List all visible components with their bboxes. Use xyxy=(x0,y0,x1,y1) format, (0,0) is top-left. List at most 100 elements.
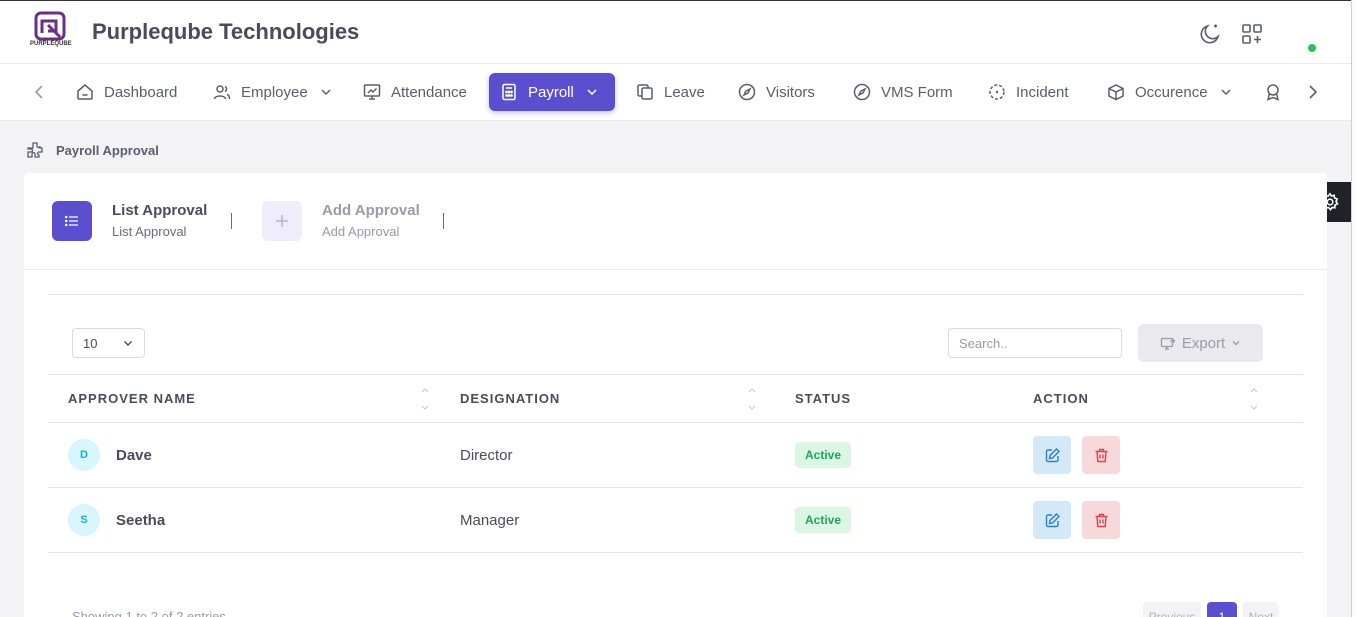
tab-add-approval-title[interactable]: Add Approval xyxy=(322,202,420,219)
sort-icon xyxy=(421,388,429,410)
column-header-label: ACTION xyxy=(1033,391,1089,406)
window-scrollbar[interactable] xyxy=(1351,0,1355,617)
company-logo[interactable]: PURPLEQUBE xyxy=(30,11,72,53)
nav-item-label: Payroll xyxy=(528,83,574,101)
chevron-down-icon xyxy=(587,89,597,96)
nav-item-label: Visitors xyxy=(766,83,815,101)
tab-list-approval-subtitle: List Approval xyxy=(112,224,187,239)
pagination-previous[interactable]: Previous xyxy=(1143,602,1201,617)
approval-table: APPROVER NAME DESIGNATION STATUS ACTION xyxy=(48,374,1303,553)
chevron-down-icon xyxy=(1232,341,1240,346)
nav-item-incident[interactable]: Incident xyxy=(977,73,1079,111)
column-header-label: APPROVER NAME xyxy=(68,391,196,406)
plus-icon xyxy=(276,215,288,227)
apps-grid-icon[interactable] xyxy=(1240,22,1264,46)
main-navigation: Dashboard Employee Attendance Payroll Le… xyxy=(0,64,1355,121)
status-badge: Active xyxy=(795,442,852,468)
edit-button[interactable] xyxy=(1033,501,1071,539)
puzzle-icon xyxy=(27,142,43,158)
nav-item-dashboard[interactable]: Dashboard xyxy=(65,73,187,111)
home-icon xyxy=(77,84,93,100)
avatar: S xyxy=(68,504,100,536)
company-name: Purpleqube Technologies xyxy=(92,19,360,44)
column-header-status: STATUS xyxy=(775,374,1013,423)
table-row: D Dave Director Active xyxy=(48,422,1303,488)
edit-icon xyxy=(1045,512,1060,527)
tab-add-approval-button[interactable] xyxy=(262,201,302,241)
column-header-label: DESIGNATION xyxy=(460,391,561,406)
delete-button[interactable] xyxy=(1082,436,1121,474)
focus-icon xyxy=(989,84,1005,100)
pagination-next[interactable]: Next xyxy=(1243,602,1279,617)
dark-mode-moon-icon[interactable] xyxy=(1198,22,1222,46)
approver-name-cell: D Dave xyxy=(68,439,440,471)
trash-icon xyxy=(1095,513,1108,527)
designation-cell: Manager xyxy=(440,487,775,553)
nav-item-label: Dashboard xyxy=(104,83,178,101)
nav-item-attendance[interactable]: Attendance xyxy=(352,73,477,111)
tab-separator xyxy=(231,213,232,229)
users-icon xyxy=(213,85,231,100)
nav-item-vms-form[interactable]: VMS Form xyxy=(842,73,963,111)
nav-item-label: Occurence xyxy=(1135,83,1208,101)
column-header-designation[interactable]: DESIGNATION xyxy=(440,374,775,423)
compass-icon xyxy=(738,83,756,101)
box-icon xyxy=(1108,84,1124,101)
nav-item-label: Incident xyxy=(1016,83,1069,101)
nav-item-label: Leave xyxy=(664,83,705,101)
approver-name: Seetha xyxy=(116,511,166,529)
nav-scroll-left-icon[interactable] xyxy=(31,83,49,101)
tab-separator xyxy=(443,213,444,229)
search-input[interactable] xyxy=(948,328,1122,358)
pagination-page-1[interactable]: 1 xyxy=(1207,602,1237,617)
logo-wordmark: PURPLEQUBE xyxy=(30,41,72,47)
tab-list-approval-button[interactable] xyxy=(52,201,92,241)
designation-cell: Director xyxy=(440,422,775,488)
breadcrumb: Payroll Approval xyxy=(26,141,159,159)
award-icon xyxy=(1266,84,1280,101)
copy-icon xyxy=(637,84,653,100)
list-icon xyxy=(64,215,78,227)
edit-icon xyxy=(1045,447,1060,462)
column-header-approver-name[interactable]: APPROVER NAME xyxy=(48,374,440,423)
approval-card: List Approval List Approval Add Approval… xyxy=(24,173,1327,617)
presentation-icon xyxy=(363,84,381,100)
nav-item-visitors[interactable]: Visitors xyxy=(727,73,825,111)
edit-button[interactable] xyxy=(1033,436,1071,474)
top-header: PURPLEQUBE Purpleqube Technologies xyxy=(0,0,1355,64)
nav-item-occurence[interactable]: Occurence xyxy=(1096,73,1243,111)
export-label: Export xyxy=(1181,334,1226,352)
approver-name-cell: S Seetha xyxy=(68,504,440,536)
compass-icon xyxy=(853,83,871,101)
calculator-icon xyxy=(502,83,516,101)
approval-tabs: List Approval List Approval Add Approval… xyxy=(24,173,1327,270)
page-length-select[interactable]: 10 xyxy=(72,328,145,358)
nav-scroll-right-icon[interactable] xyxy=(1303,83,1321,101)
page-length-value: 10 xyxy=(83,335,98,351)
tab-add-approval-subtitle: Add Approval xyxy=(322,224,400,239)
column-header-action: ACTION xyxy=(1013,374,1303,423)
online-status-dot xyxy=(1308,44,1316,52)
showing-entries-text: Showing 1 to 2 of 2 entries xyxy=(72,609,226,617)
nav-item-employee[interactable]: Employee xyxy=(202,73,343,111)
nav-item-label: VMS Form xyxy=(881,83,953,101)
chevron-down-icon xyxy=(1221,89,1231,96)
nav-item-payroll[interactable]: Payroll xyxy=(489,73,615,111)
trash-icon xyxy=(1095,448,1108,462)
nav-item-label: Employee xyxy=(241,83,308,101)
nav-item-label: Attendance xyxy=(391,83,467,101)
delete-button[interactable] xyxy=(1082,501,1121,539)
chevron-down-icon xyxy=(124,341,132,346)
tab-list-approval-title[interactable]: List Approval xyxy=(112,202,207,219)
avatar: D xyxy=(68,439,100,471)
column-header-label: STATUS xyxy=(795,391,852,406)
nav-item-awards[interactable] xyxy=(1253,73,1293,111)
chevron-down-icon xyxy=(321,89,331,96)
sort-icon xyxy=(748,388,756,410)
export-button[interactable]: Export xyxy=(1138,324,1263,362)
status-badge: Active xyxy=(795,507,852,533)
breadcrumb-label: Payroll Approval xyxy=(56,142,159,158)
approver-name: Dave xyxy=(116,446,152,464)
export-icon xyxy=(1160,337,1176,350)
nav-item-leave[interactable]: Leave xyxy=(625,73,715,111)
